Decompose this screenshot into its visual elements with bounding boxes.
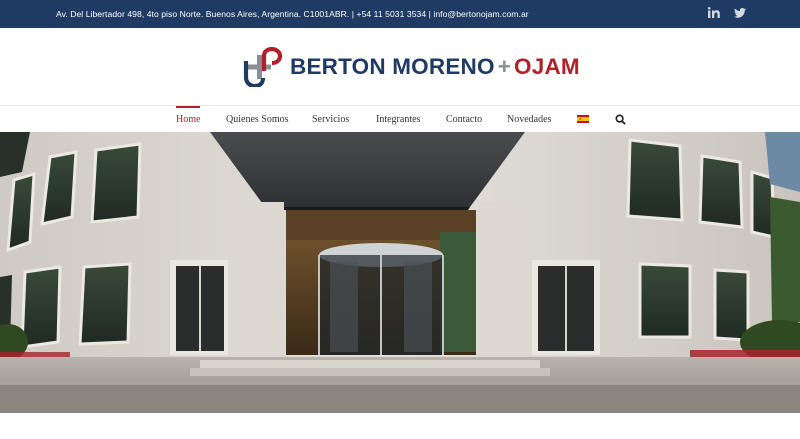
contact-info: Av. Del Libertador 498, 4to piso Norte. … (56, 9, 529, 19)
brand-secondary: OJAM (514, 53, 580, 79)
site-logo[interactable]: BERTON MORENO + OJAM (242, 47, 580, 87)
main-navigation: Home Quienes Somos Servicios Integrantes… (0, 105, 800, 133)
nav-item-servicios[interactable]: Servicios (312, 106, 349, 133)
nav-item-novedades[interactable]: Novedades (507, 106, 551, 133)
search-icon[interactable] (615, 114, 626, 125)
nav-item-home[interactable]: Home (176, 106, 201, 133)
linkedin-icon[interactable] (707, 5, 720, 23)
social-links (707, 0, 746, 28)
top-contact-bar: Av. Del Libertador 498, 4to piso Norte. … (0, 0, 800, 28)
hero-building-image (0, 132, 800, 413)
brand-primary: BERTON MORENO (290, 53, 495, 79)
brand-separator: + (497, 53, 512, 79)
nav-item-quienes-somos[interactable]: Quienes Somos (226, 106, 289, 133)
brand-name: BERTON MORENO + OJAM (290, 53, 580, 79)
nav-item-contacto[interactable]: Contacto (446, 106, 482, 133)
spanish-flag-icon[interactable] (577, 115, 589, 123)
twitter-icon[interactable] (734, 5, 746, 23)
nav-item-integrantes[interactable]: Integrantes (376, 106, 420, 133)
logo-mark-icon (243, 47, 283, 87)
